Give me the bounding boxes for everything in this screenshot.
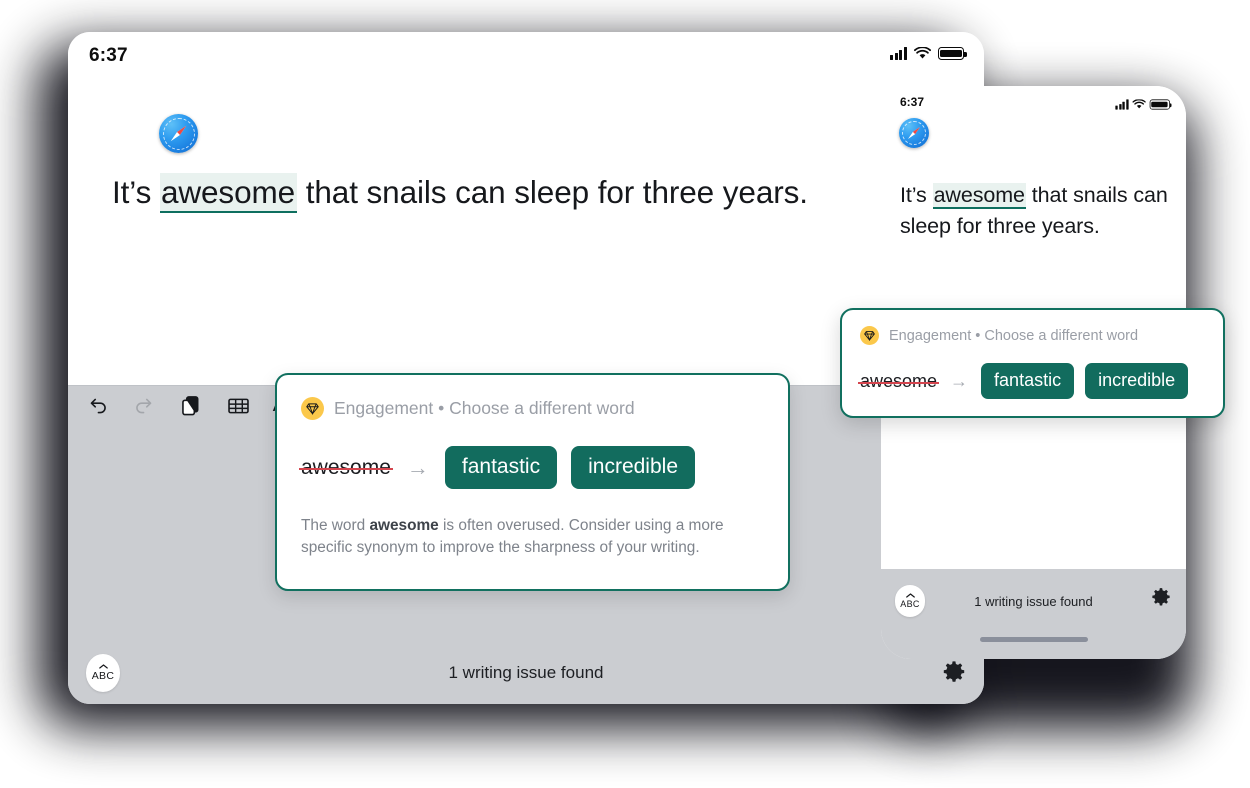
table-icon[interactable] (223, 391, 253, 421)
sentence-prefix: It’s (112, 174, 160, 210)
explanation-prefix: The word (301, 517, 370, 534)
safari-compass-icon[interactable] (159, 114, 198, 153)
writing-issue-status: 1 writing issue found (448, 663, 604, 682)
suggestion-chip-incredible[interactable]: incredible (1085, 363, 1189, 399)
chevron-up-icon (98, 664, 108, 669)
gem-icon (301, 397, 324, 420)
undo-icon[interactable] (82, 391, 112, 421)
suggestion-explanation: The word awesome is often overused. Cons… (301, 515, 756, 560)
arrow-right-icon: → (950, 371, 969, 391)
tablet-status-icons (890, 47, 967, 60)
safari-compass-icon[interactable] (899, 118, 929, 148)
tablet-document-sentence: It’s awesome that snails can sleep for t… (112, 173, 808, 213)
original-word: awesome (857, 370, 940, 391)
suggestion-swap-row: awesome → fantastic incredible (299, 446, 764, 489)
tablet-bottom-bar: ABC 1 writing issue found (68, 642, 984, 704)
phone-bottom-bar: ABC 1 writing issue found (881, 569, 1186, 659)
tablet-clock: 6:37 (89, 45, 128, 66)
gem-icon (860, 326, 879, 345)
highlighted-word[interactable]: awesome (159, 173, 298, 213)
tablet-status-bar: 6:37 (68, 32, 984, 82)
phone-clock: 6:37 (900, 95, 925, 109)
gear-icon[interactable] (941, 660, 967, 686)
writing-issue-status: 1 writing issue found (974, 594, 1093, 609)
highlighted-word[interactable]: awesome (932, 183, 1026, 209)
phone-status-bar: 6:37 (881, 86, 1186, 120)
keyboard-toggle-button[interactable]: ABC (86, 654, 120, 692)
signal-bars-icon (1115, 99, 1129, 110)
redo-icon[interactable] (129, 391, 159, 421)
copy-icon[interactable] (176, 391, 206, 421)
sentence-prefix: It’s (900, 183, 933, 207)
phone-document-sentence: It’s awesome that snails can sleep for t… (900, 180, 1168, 241)
gear-icon[interactable] (1150, 587, 1172, 609)
original-word: awesome (299, 455, 393, 479)
suggestion-chip-incredible[interactable]: incredible (571, 446, 695, 489)
battery-icon (938, 47, 967, 60)
keyboard-toggle-label: ABC (91, 670, 115, 682)
suggestion-card-tablet: Engagement • Choose a different word awe… (275, 373, 790, 591)
phone-status-icons (1115, 99, 1173, 110)
suggestion-chip-fantastic[interactable]: fantastic (444, 446, 558, 489)
suggestion-card-phone: Engagement • Choose a different word awe… (840, 308, 1225, 418)
suggestion-card-header: Engagement • Choose a different word (860, 326, 1205, 345)
arrow-right-icon: → (406, 454, 429, 480)
battery-icon (1149, 99, 1173, 110)
wifi-icon (914, 47, 931, 59)
suggestion-card-header-text: Engagement • Choose a different word (334, 398, 635, 418)
suggestion-chip-fantastic[interactable]: fantastic (981, 363, 1075, 399)
screenshot-stage: 6:37 It’s awesome that snails can sleep … (0, 0, 1250, 788)
explanation-word: awesome (369, 517, 439, 534)
wifi-icon (1132, 99, 1146, 109)
suggestion-card-header-text: Engagement • Choose a different word (889, 327, 1139, 344)
sentence-suffix: that snails can sleep for three years. (297, 174, 808, 210)
suggestion-swap-row: awesome → fantastic incredible (857, 363, 1205, 399)
home-indicator (979, 637, 1088, 642)
suggestion-card-header: Engagement • Choose a different word (301, 397, 764, 420)
signal-bars-icon (890, 47, 907, 60)
